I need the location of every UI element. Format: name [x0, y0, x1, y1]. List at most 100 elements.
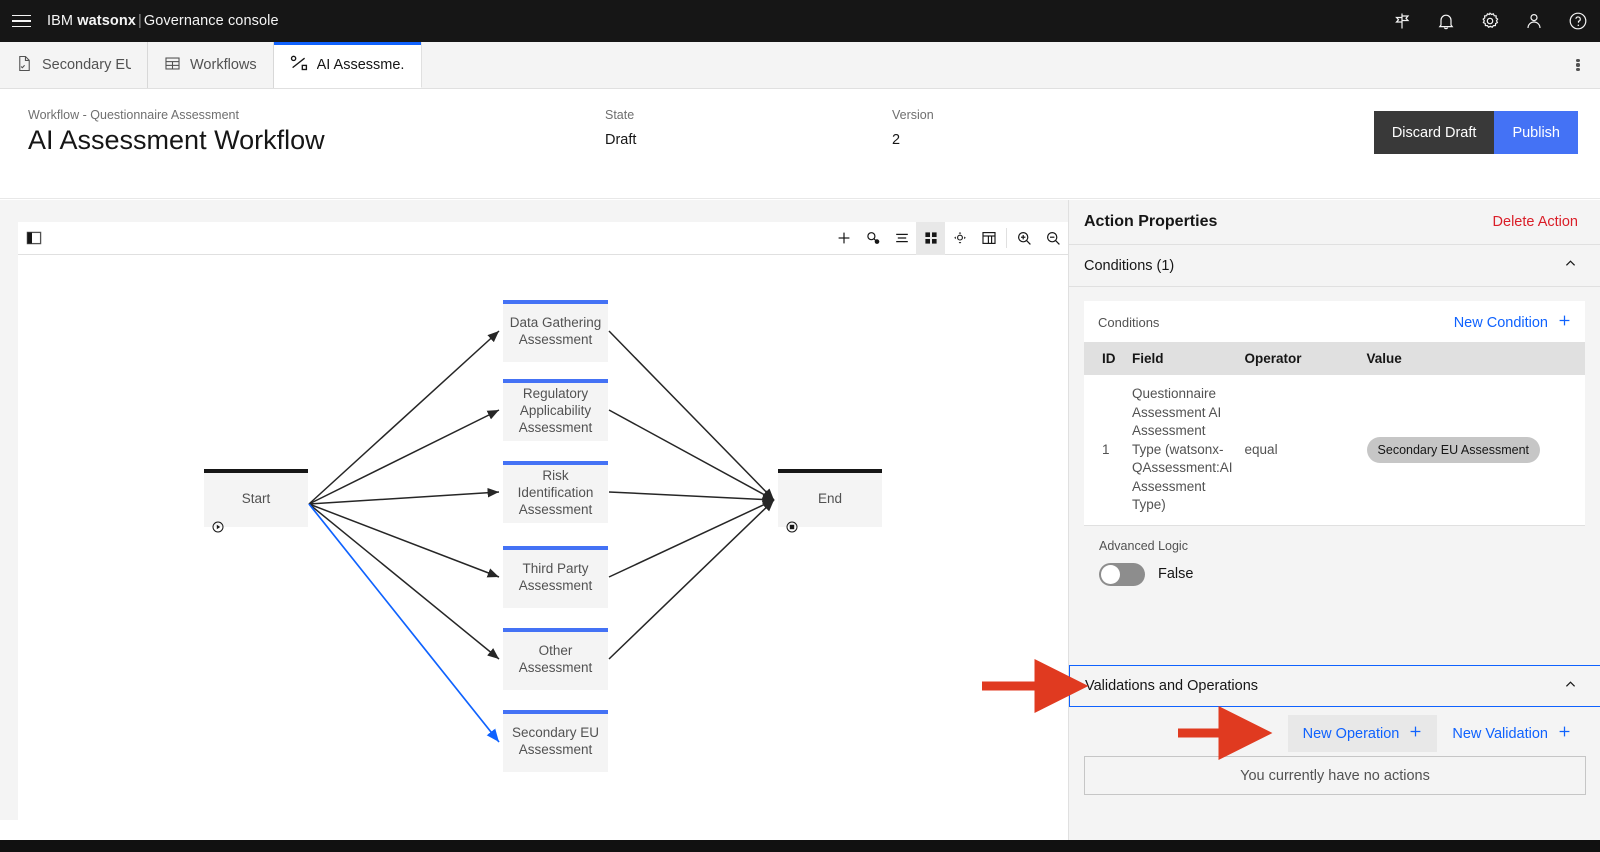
- version-label: Version: [892, 108, 934, 122]
- brand-prefix: IBM: [47, 13, 74, 29]
- workflow-diagram[interactable]: Start Data Gathering Assessment Regulato…: [18, 255, 1068, 822]
- node-risk-identification-assessment[interactable]: Risk Identification Assessment: [503, 461, 608, 523]
- plus-icon: [1558, 725, 1571, 742]
- grid-view-icon[interactable]: [916, 221, 945, 255]
- new-condition-button[interactable]: New Condition: [1454, 314, 1571, 331]
- cell-field: Questionnaire Assessment AI Assessment T…: [1126, 375, 1239, 526]
- conditions-body: Conditions New Condition ID Field Operat…: [1069, 287, 1600, 601]
- cell-id: 1: [1084, 375, 1126, 526]
- column-header-value: Value: [1360, 342, 1585, 375]
- column-header-id: ID: [1084, 342, 1126, 375]
- tab-ai-assessment[interactable]: AI Assessme...: [273, 42, 422, 88]
- app-header: IBM watsonx | Governance console: [0, 0, 1600, 42]
- node-top-bar: [503, 379, 608, 383]
- tab-bar: Secondary EU AI... Workflows AI Assessme…: [0, 42, 1600, 89]
- tab-label: Workflows: [190, 57, 257, 73]
- conditions-table: ID Field Operator Value 1 Questionnaire …: [1084, 342, 1585, 526]
- table-row[interactable]: 1 Questionnaire Assessment AI Assessment…: [1084, 375, 1585, 526]
- align-lines-icon[interactable]: [887, 222, 916, 255]
- canvas-toolbar: [18, 221, 1068, 255]
- workflow-canvas-container: Start Data Gathering Assessment Regulato…: [18, 221, 1068, 822]
- brand-title: IBM watsonx | Governance console: [47, 13, 279, 29]
- cell-value: Secondary EU Assessment: [1360, 375, 1585, 526]
- chevron-up-icon: [1563, 677, 1578, 696]
- node-label: Secondary EU Assessment: [511, 725, 600, 757]
- validations-accordion-label: Validations and Operations: [1085, 678, 1259, 694]
- plus-icon: [1409, 725, 1422, 742]
- chevron-up-icon: [1563, 256, 1578, 275]
- zoom-out-icon[interactable]: [1039, 222, 1068, 255]
- brand-bold: watsonx: [77, 13, 136, 29]
- conditions-card-header: Conditions New Condition: [1084, 301, 1585, 342]
- advanced-logic-toggle[interactable]: [1099, 562, 1145, 586]
- work-area: Start Data Gathering Assessment Regulato…: [0, 200, 1600, 840]
- overflow-menu-vertical-icon[interactable]: [1556, 42, 1600, 88]
- status-badge: Secondary EU Assessment: [1366, 436, 1540, 463]
- document-check-icon: [16, 55, 33, 76]
- publish-button[interactable]: Publish: [1494, 111, 1578, 154]
- page-title: AI Assessment Workflow: [28, 125, 325, 155]
- node-label: Risk Identification Assessment: [517, 467, 594, 517]
- node-top-bar: [503, 546, 608, 550]
- cell-operator: equal: [1238, 375, 1361, 526]
- notification-bell-icon[interactable]: [1424, 0, 1468, 42]
- validations-action-links: New Operation New Validation: [1084, 708, 1586, 752]
- help-circle-icon[interactable]: [1556, 0, 1600, 42]
- properties-header: Action Properties Delete Action: [1069, 200, 1600, 245]
- tab-label: Secondary EU AI...: [42, 57, 131, 73]
- node-start[interactable]: Start: [204, 469, 308, 533]
- page-action-buttons: Discard Draft Publish: [1373, 111, 1578, 154]
- node-top-bar: [503, 461, 608, 465]
- node-secondary-eu-assessment[interactable]: Secondary EU Assessment: [503, 710, 608, 772]
- bottom-strip: [0, 840, 1600, 852]
- node-label: Regulatory Applicability Assessment: [518, 385, 593, 435]
- brand-suffix: Governance console: [143, 13, 279, 29]
- hamburger-icon[interactable]: [0, 0, 42, 42]
- node-label: Start: [241, 490, 271, 506]
- node-label: Third Party Assessment: [518, 561, 593, 593]
- node-label: Data Gathering Assessment: [509, 315, 602, 347]
- canvas-toolbar-buttons: [829, 221, 1068, 255]
- signpost-icon[interactable]: [1380, 0, 1424, 42]
- discard-draft-button[interactable]: Discard Draft: [1373, 111, 1495, 154]
- new-condition-label: New Condition: [1453, 314, 1548, 331]
- side-panel-toggle-icon[interactable]: [18, 222, 50, 254]
- version-value: 2: [892, 132, 901, 148]
- new-validation-button[interactable]: New Validation: [1437, 715, 1586, 752]
- delete-action-button[interactable]: Delete Action: [1493, 214, 1578, 230]
- zoom-in-icon[interactable]: [1010, 222, 1039, 255]
- node-top-bar: [503, 628, 608, 632]
- table-header-row: ID Field Operator Value: [1084, 342, 1585, 375]
- user-avatar-icon[interactable]: [1512, 0, 1556, 42]
- node-other-assessment[interactable]: Other Assessment: [503, 628, 608, 690]
- node-top-bar: [503, 710, 608, 714]
- tab-workflows[interactable]: Workflows: [148, 42, 274, 88]
- plus-icon: [1558, 314, 1571, 331]
- advanced-logic-row: False: [1099, 562, 1570, 586]
- conditions-accordion-label: Conditions (1): [1084, 257, 1175, 274]
- canvas-bottom-filler: [0, 820, 1068, 840]
- validations-and-operations-accordion-header[interactable]: Validations and Operations: [1069, 665, 1600, 707]
- column-header-operator: Operator: [1238, 342, 1361, 375]
- gear-icon[interactable]: [1468, 0, 1512, 42]
- advanced-logic-label: Advanced Logic: [1099, 538, 1188, 553]
- validations-and-operations-body: New Operation New Validation You current…: [1069, 708, 1600, 795]
- advanced-logic-block: Advanced Logic False: [1084, 526, 1585, 586]
- search-magnifier-icon[interactable]: [858, 222, 887, 255]
- add-node-icon[interactable]: [829, 222, 858, 255]
- node-end[interactable]: End: [778, 469, 882, 533]
- column-header-field: Field: [1126, 342, 1239, 375]
- tab-secondary-eu-ai[interactable]: Secondary EU AI...: [0, 42, 148, 88]
- node-data-gathering-assessment[interactable]: Data Gathering Assessment: [503, 300, 608, 362]
- conditions-accordion-header[interactable]: Conditions (1): [1069, 245, 1600, 287]
- flow-nodes-icon: [290, 54, 308, 76]
- state-meta: State Draft: [605, 108, 636, 148]
- new-operation-button[interactable]: New Operation: [1287, 715, 1438, 752]
- state-value: Draft: [605, 132, 637, 148]
- breadcrumb: Workflow - Questionnaire Assessment: [28, 108, 239, 122]
- table-grid-icon: [164, 55, 181, 76]
- layout-panels-icon[interactable]: [974, 222, 1003, 255]
- node-third-party-assessment[interactable]: Third Party Assessment: [503, 546, 608, 608]
- node-regulatory-applicability-assessment[interactable]: Regulatory Applicability Assessment: [503, 379, 608, 441]
- fit-to-screen-icon[interactable]: [945, 222, 974, 255]
